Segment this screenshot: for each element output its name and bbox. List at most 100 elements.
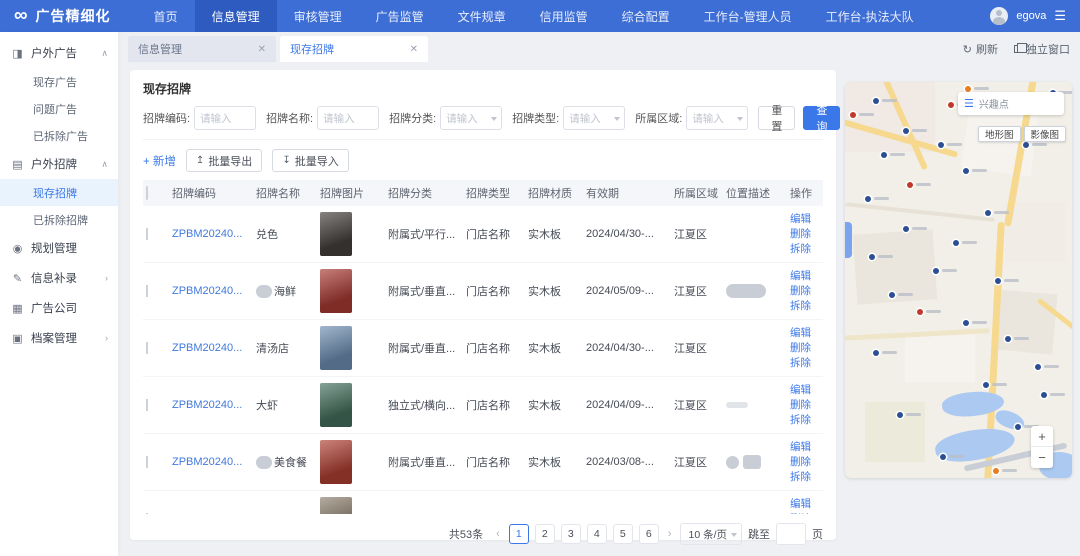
sidebar-item-已拆除广告[interactable]: 已拆除广告	[0, 122, 118, 149]
nav-item-工作台-管理人员[interactable]: 工作台-管理人员	[687, 0, 809, 32]
page-button-6[interactable]: 6	[639, 524, 659, 544]
batch-export-button[interactable]: ↥ 批量导出	[186, 149, 262, 172]
signboard-thumbnail[interactable]	[320, 383, 352, 427]
编辑-link[interactable]: 编辑	[790, 440, 820, 455]
signboard-thumbnail[interactable]	[320, 212, 352, 256]
编辑-link[interactable]: 编辑	[790, 212, 820, 227]
删除-link[interactable]: 删除	[790, 284, 820, 299]
poi-marker[interactable]	[881, 152, 887, 158]
row-checkbox[interactable]	[146, 342, 148, 354]
filter-input-1[interactable]: 请输入	[317, 106, 379, 130]
poi-marker[interactable]	[850, 112, 856, 118]
signboard-thumbnail[interactable]	[320, 497, 352, 514]
sidebar-group-信息补录[interactable]: ✎信息补录›	[0, 263, 118, 293]
page-button-1[interactable]: 1	[509, 524, 529, 544]
nav-item-综合配置[interactable]: 综合配置	[605, 0, 687, 32]
poi-marker[interactable]	[933, 268, 939, 274]
sidebar-group-广告公司[interactable]: ▦广告公司	[0, 293, 118, 323]
拆除-link[interactable]: 拆除	[790, 470, 820, 485]
sidebar-group-户外招牌[interactable]: ▤户外招牌∧	[0, 149, 118, 179]
nav-item-文件规章[interactable]: 文件规章	[441, 0, 523, 32]
row-checkbox[interactable]	[146, 285, 148, 297]
poi-marker[interactable]	[907, 182, 913, 188]
popout-window-button[interactable]: 独立窗口	[1014, 41, 1070, 57]
signboard-code-link[interactable]: ZPBM20240...	[172, 285, 242, 297]
row-checkbox[interactable]	[146, 228, 148, 240]
close-icon[interactable]: ✕	[410, 44, 418, 55]
signboard-thumbnail[interactable]	[320, 269, 352, 313]
reset-button[interactable]: 重置	[758, 106, 795, 130]
zoom-in-button[interactable]: +	[1031, 426, 1053, 447]
删除-link[interactable]: 删除	[790, 341, 820, 356]
next-page-button[interactable]: ›	[665, 528, 675, 540]
poi-marker[interactable]	[865, 196, 871, 202]
poi-marker[interactable]	[873, 350, 879, 356]
map-search-box[interactable]: ☰ 兴趣点	[958, 92, 1064, 115]
poi-marker[interactable]	[917, 309, 923, 315]
nav-item-审核管理[interactable]: 审核管理	[277, 0, 359, 32]
编辑-link[interactable]: 编辑	[790, 326, 820, 341]
sidebar-group-规划管理[interactable]: ◉规划管理	[0, 233, 118, 263]
map-layer-button-影像图[interactable]: 影像图	[1024, 126, 1067, 142]
删除-link[interactable]: 删除	[790, 227, 820, 242]
拆除-link[interactable]: 拆除	[790, 356, 820, 371]
拆除-link[interactable]: 拆除	[790, 413, 820, 428]
select-all-checkbox[interactable]	[146, 186, 148, 200]
map-panel[interactable]: ☰ 兴趣点 地形图影像图 + −	[845, 82, 1072, 478]
map-layer-button-地形图[interactable]: 地形图	[978, 126, 1021, 142]
poi-marker[interactable]	[1023, 142, 1029, 148]
page-button-4[interactable]: 4	[587, 524, 607, 544]
nav-item-广告监管[interactable]: 广告监管	[359, 0, 441, 32]
编辑-link[interactable]: 编辑	[790, 383, 820, 398]
poi-marker[interactable]	[983, 382, 989, 388]
拆除-link[interactable]: 拆除	[790, 242, 820, 257]
page-size-select[interactable]: 10 条/页	[680, 523, 742, 545]
poi-marker[interactable]	[963, 320, 969, 326]
删除-link[interactable]: 删除	[790, 512, 820, 515]
search-button[interactable]: 查询	[803, 106, 840, 130]
编辑-link[interactable]: 编辑	[790, 497, 820, 512]
close-icon[interactable]: ✕	[258, 44, 266, 55]
sidebar-item-现存招牌[interactable]: 现存招牌	[0, 179, 118, 206]
nav-item-工作台-执法大队[interactable]: 工作台-执法大队	[809, 0, 931, 32]
signboard-thumbnail[interactable]	[320, 440, 352, 484]
filter-input-2[interactable]: 请输入	[440, 106, 502, 130]
row-checkbox[interactable]	[146, 399, 148, 411]
nav-item-信用监管[interactable]: 信用监管	[523, 0, 605, 32]
poi-marker[interactable]	[953, 240, 959, 246]
map-collapse-handle[interactable]	[845, 222, 852, 258]
sidebar-group-档案管理[interactable]: ▣档案管理›	[0, 323, 118, 353]
row-checkbox[interactable]	[146, 456, 148, 468]
page-button-3[interactable]: 3	[561, 524, 581, 544]
sidebar-group-户外广告[interactable]: ◨户外广告∧	[0, 38, 118, 68]
poi-marker[interactable]	[938, 142, 944, 148]
删除-link[interactable]: 删除	[790, 455, 820, 470]
删除-link[interactable]: 删除	[790, 398, 820, 413]
poi-marker[interactable]	[993, 468, 999, 474]
add-button[interactable]: + 新增	[143, 153, 176, 169]
signboard-thumbnail[interactable]	[320, 326, 352, 370]
poi-marker[interactable]	[1035, 364, 1041, 370]
poi-marker[interactable]	[940, 454, 946, 460]
filter-input-3[interactable]: 请输入	[563, 106, 625, 130]
poi-marker[interactable]	[889, 292, 895, 298]
signboard-code-link[interactable]: ZPBM20240...	[172, 228, 242, 240]
poi-marker[interactable]	[1041, 392, 1047, 398]
poi-marker[interactable]	[1015, 424, 1021, 430]
poi-marker[interactable]	[995, 278, 1001, 284]
filter-input-4[interactable]: 请输入	[686, 106, 748, 130]
sidebar-item-现存广告[interactable]: 现存广告	[0, 68, 118, 95]
poi-marker[interactable]	[897, 412, 903, 418]
poi-marker[interactable]	[903, 226, 909, 232]
page-button-5[interactable]: 5	[613, 524, 633, 544]
user-avatar[interactable]	[990, 7, 1008, 25]
refresh-button[interactable]: ↻ 刷新	[963, 41, 998, 57]
poi-marker[interactable]	[985, 210, 991, 216]
poi-marker[interactable]	[1005, 336, 1011, 342]
sidebar-item-已拆除招牌[interactable]: 已拆除招牌	[0, 206, 118, 233]
row-checkbox[interactable]	[146, 513, 148, 514]
poi-marker[interactable]	[873, 98, 879, 104]
jump-page-input[interactable]	[776, 523, 806, 545]
tab-现存招牌[interactable]: 现存招牌✕	[280, 36, 428, 62]
prev-page-button[interactable]: ‹	[493, 528, 503, 540]
